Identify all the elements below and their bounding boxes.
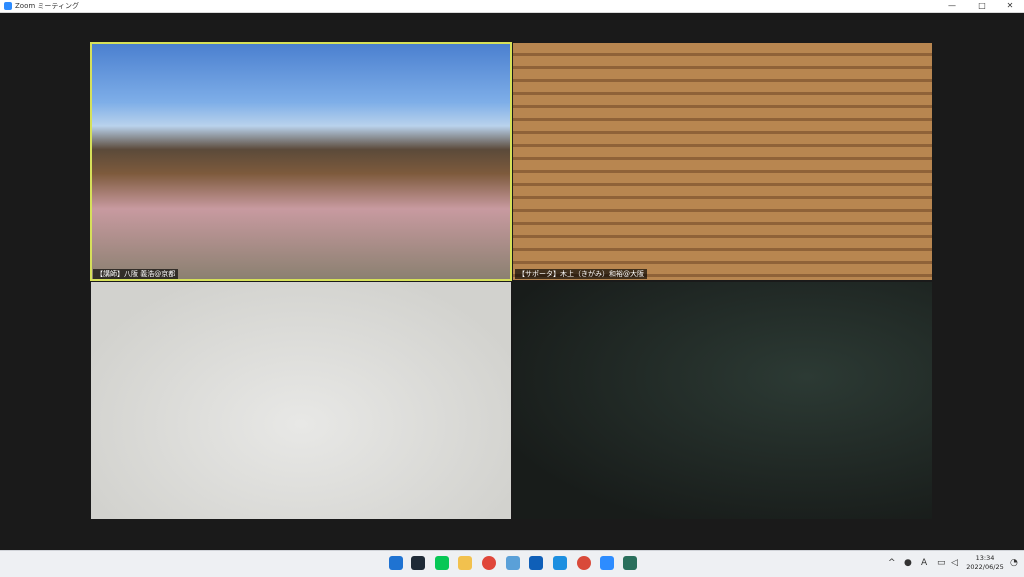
video-tile-1[interactable]: 【講師】八阪 義浩@京都 [90,42,512,281]
notification-icon[interactable]: ◔ [1010,558,1018,569]
participant-name: 【講師】八阪 義浩@京都 [93,269,179,279]
window-title: Zoom ミーティング [15,2,79,10]
file-explorer-icon[interactable] [458,556,472,570]
taskbar-clock[interactable]: 13:34 2022/06/25 [962,554,1008,572]
chrome-icon[interactable] [577,556,591,570]
minimize-button[interactable]: — [938,0,966,12]
video-tile-3[interactable] [91,282,511,519]
clock-date: 2022/06/25 [966,563,1004,571]
clock-time: 13:34 [975,554,995,562]
taskbar: ^ ● A ▭ ◁ 13:34 2022/06/25 ◔ [0,550,1024,577]
network-icon[interactable]: ▭ [937,558,946,569]
zoom-icon[interactable] [600,556,614,570]
video-gallery: 【講師】八阪 義浩@京都 【サポータ】木上（きがみ）和裕@大阪 [0,13,1024,550]
microphone-icon[interactable]: ● [904,558,912,569]
screen-icon[interactable] [553,556,567,570]
participant-name: 【サポータ】木上（きがみ）和裕@大阪 [515,269,647,279]
video-tile-2[interactable]: 【サポータ】木上（きがみ）和裕@大阪 [513,43,932,280]
chrome-icon[interactable] [482,556,496,570]
maximize-button[interactable]: □ [968,0,996,12]
close-button[interactable]: ✕ [996,0,1024,12]
app-icon[interactable] [623,556,637,570]
outlook-icon[interactable] [529,556,543,570]
video-tile-4[interactable] [513,282,932,519]
notepad-icon[interactable] [506,556,520,570]
chevron-up-icon[interactable]: ^ [888,558,896,569]
ime-indicator[interactable]: A [921,558,927,569]
start-icon[interactable] [389,556,403,570]
zoom-app-icon [4,2,12,10]
window-titlebar: Zoom ミーティング — □ ✕ [0,0,1024,13]
terminal-icon[interactable] [411,556,425,570]
line-icon[interactable] [435,556,449,570]
volume-icon[interactable]: ◁ [951,558,958,569]
